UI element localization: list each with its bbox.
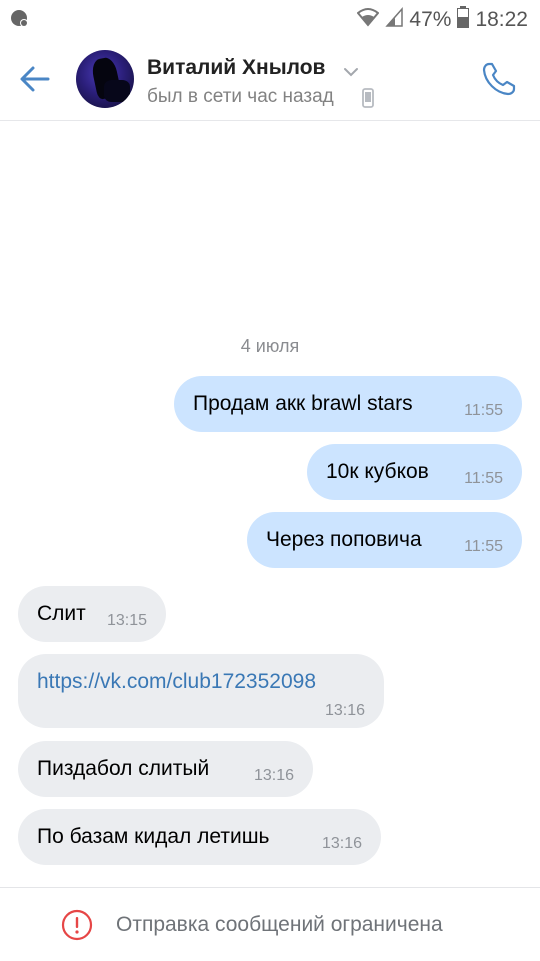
message-link[interactable]: https://vk.com/club172352098 (37, 670, 316, 694)
date-separator: 4 июля (240, 336, 300, 356)
message-time: 13:16 (321, 835, 362, 852)
avatar[interactable] (76, 50, 134, 108)
message-time: 13:16 (253, 767, 294, 784)
message-bubble-outgoing[interactable]: Продам акк brawl stars 11:55 (174, 376, 522, 432)
message-time: 13:16 (324, 702, 365, 719)
message-time: 11:55 (464, 402, 503, 419)
chat-header: Виталий Хнылов был в сети час назад (0, 38, 540, 121)
message-bubble-incoming[interactable]: По базам кидал летишь 13:16 (18, 809, 381, 865)
message-time: 11:55 (464, 470, 503, 487)
message-text: Продам акк brawl stars (193, 392, 413, 415)
battery-percent: 47% (409, 8, 452, 31)
back-arrow-icon[interactable] (18, 62, 52, 96)
message-bubble-outgoing[interactable]: Через поповича 11:55 (247, 512, 522, 568)
chevron-down-icon[interactable] (343, 64, 359, 82)
message-bubble-outgoing[interactable]: 10к кубков 11:55 (307, 444, 522, 500)
message-bubble-incoming[interactable]: Слит 13:15 (18, 586, 166, 642)
message-time: 11:55 (464, 538, 503, 555)
contact-name[interactable]: Виталий Хнылов (147, 56, 325, 80)
message-text: Пиздабол слитый (37, 757, 210, 780)
clock: 18:22 (475, 8, 528, 31)
signal-icon (385, 7, 404, 33)
message-list[interactable]: 4 июля Продам акк brawl stars 11:55 10к … (0, 121, 540, 887)
message-text: По базам кидал летишь (37, 825, 270, 848)
restriction-notice: Отправка сообщений ограничена (116, 913, 443, 936)
message-text: Слит (37, 602, 86, 625)
warning-icon (61, 909, 93, 941)
mobile-device-icon (362, 88, 374, 113)
battery-icon (457, 6, 470, 34)
status-bar: 47% 18:22 (0, 0, 540, 38)
message-text: 10к кубков (326, 460, 429, 483)
message-text: Через поповича (266, 528, 422, 551)
message-bubble-incoming[interactable]: Пиздабол слитый 13:16 (18, 741, 313, 797)
message-time: 13:15 (106, 612, 147, 629)
last-seen-status: был в сети час назад (147, 86, 334, 107)
wifi-icon (356, 7, 380, 33)
messaging-restricted-bar: Отправка сообщений ограничена (0, 887, 540, 961)
phone-call-icon[interactable] (480, 60, 518, 98)
message-bubble-incoming[interactable]: https://vk.com/club172352098 13:16 (18, 654, 384, 728)
notification-icon (10, 9, 30, 34)
